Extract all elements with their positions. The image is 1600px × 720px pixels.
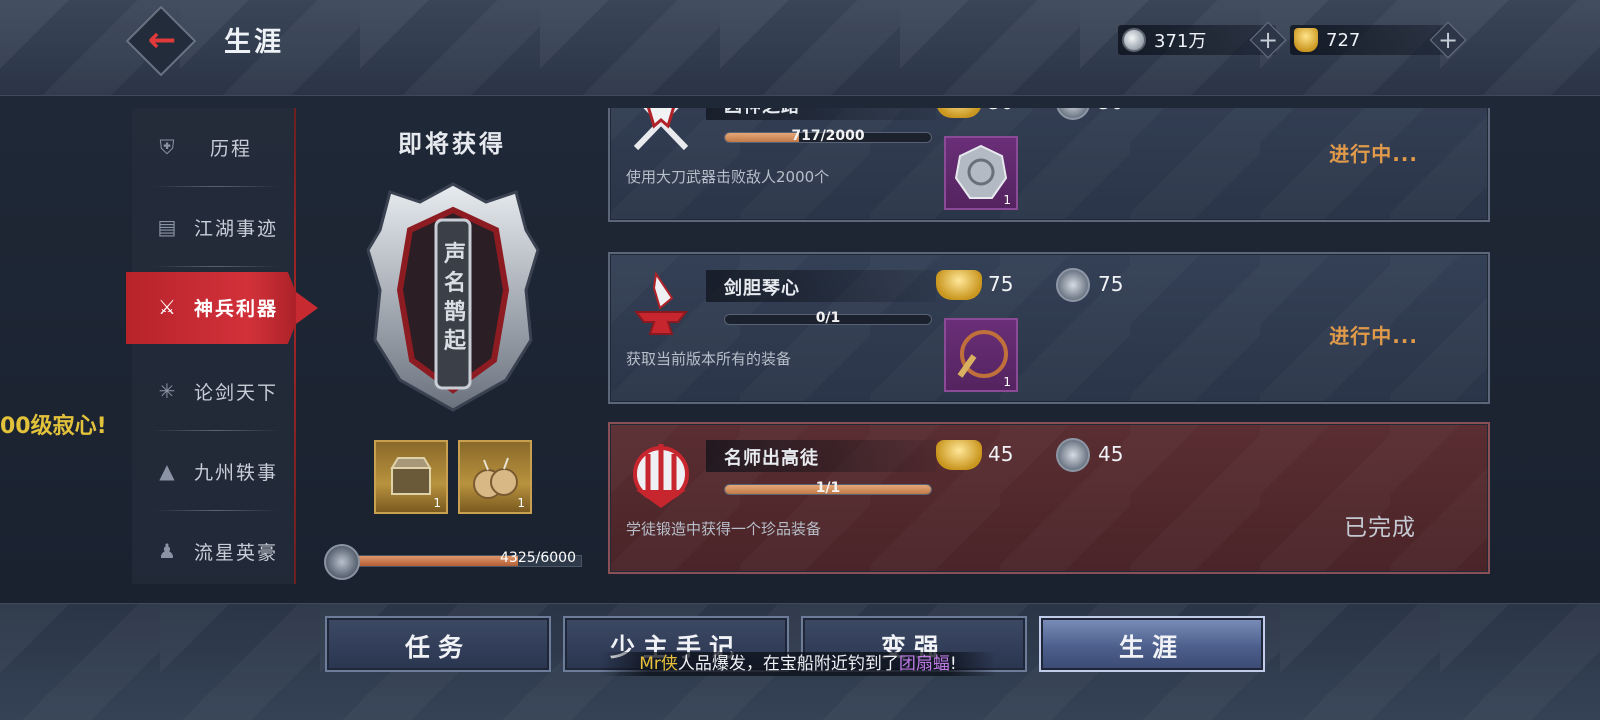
announcement-end: ! (949, 654, 957, 674)
sidebar-item-deeds[interactable]: ▤ 江湖事迹 (146, 192, 286, 262)
achievement-description: 使用大刀武器击败敌人2000个 (626, 168, 830, 186)
sidebar-item-label: 论剑天下 (194, 381, 279, 404)
progress-text: 0/1 (815, 310, 841, 326)
sidebar-item-anecdotes[interactable]: ▲ 九州轶事 (146, 436, 286, 506)
achievement-list[interactable]: 凶神之路 717/2000 使用大刀武器击败敌人2000个 30 30 1 进行… (600, 108, 1500, 586)
upcoming-reward-title: 即将获得 (398, 130, 506, 158)
lotus-exp-icon (324, 544, 360, 580)
gold-currency-display: 727 (1290, 25, 1448, 55)
mountain-icon: ▲ (159, 459, 175, 483)
gold-ingot-icon (936, 440, 982, 470)
progress-text: 717/2000 (791, 128, 865, 144)
achievement-name: 凶神之路 (724, 108, 800, 118)
achievement-card: 剑胆琴心 0/1 获取当前版本所有的装备 75 75 1 进行中... (608, 252, 1490, 404)
hero-bust-icon: ♟ (158, 539, 176, 563)
reward-item-slot[interactable]: 1 (944, 136, 1018, 210)
career-exp-text: 4325/6000 (500, 550, 576, 566)
achievement-name: 剑胆琴心 (724, 278, 800, 299)
sidebar-item-meteor-heroes[interactable]: ♟ 流星英豪 (146, 516, 286, 586)
sidebar-item-label: 九州轶事 (194, 461, 279, 484)
reward-chest-slot[interactable]: 1 (374, 440, 448, 514)
achievement-description: 获取当前版本所有的装备 (626, 350, 792, 368)
gold-reward-value: 75 (988, 272, 1014, 296)
item-count: 1 (1003, 375, 1011, 389)
shield-icon: ⛨ (159, 135, 175, 159)
lotus-token-icon (1056, 268, 1090, 302)
announcement-fragment: 00级寂心! (0, 414, 107, 439)
status-in-progress: 进行中... (1329, 324, 1418, 348)
status-in-progress: 进行中... (1329, 142, 1418, 166)
sidebar-item-label: 流星英豪 (194, 541, 279, 564)
progress-text: 1/1 (815, 480, 841, 496)
sword-emblem-icon (633, 444, 689, 508)
career-exp-fill (357, 556, 519, 566)
lotus-reward-value: 75 (1098, 272, 1124, 296)
achievement-card-completed: 名师出高徒 1/1 学徒锻造中获得一个珍品装备 45 45 已完成 (608, 422, 1490, 574)
gold-reward-value: 45 (988, 442, 1014, 466)
lotus-reward-value: 45 (1098, 442, 1124, 466)
sidebar-item-label: 历程 (210, 137, 253, 160)
silver-amount: 371万 (1154, 31, 1207, 52)
sidebar-divider (152, 430, 280, 431)
anvil-blade-icon (633, 271, 689, 335)
tab-tasks[interactable]: 任务 (325, 616, 551, 672)
sidebar-item-label: 神兵利器 (194, 297, 279, 320)
sidebar-item-history[interactable]: ⛨ 历程 (146, 112, 286, 182)
tab-career[interactable]: 生涯 (1039, 616, 1265, 672)
sidebar-item-weapons-content[interactable]: ⚔ 神兵利器 (146, 272, 286, 342)
back-arrow-icon: ← (147, 20, 177, 60)
sidebar-item-sword-debate[interactable]: ✳ 论剑天下 (146, 356, 286, 426)
reward-item-slot[interactable]: 1 (944, 318, 1018, 392)
sidebar-item-label: 江湖事迹 (194, 217, 279, 240)
sidebar-divider (152, 510, 280, 511)
announcement-text: 人品爆发，在宝船附近钓到了 (677, 654, 899, 674)
item-count: 1 (1003, 193, 1011, 207)
lotus-token-icon (1056, 108, 1090, 120)
sidebar-divider (152, 186, 280, 187)
announcement-item: 团扇蝠 (898, 654, 950, 674)
gold-ingot-icon (936, 270, 982, 300)
silver-coin-icon (1122, 28, 1146, 52)
gold-reward-value: 30 (988, 108, 1013, 114)
gold-ingot-icon (1294, 28, 1318, 52)
status-completed: 已完成 (1344, 515, 1416, 541)
crossed-swords-icon: ⚔ (158, 295, 176, 319)
announcement-player: Mr侠 (639, 654, 678, 674)
system-announcement: Mr侠人品爆发，在宝船附近钓到了团扇蝠! (600, 652, 996, 676)
page-title: 生涯 (224, 27, 284, 58)
sparkle-icon: ✳ (158, 379, 176, 403)
achievement-description: 学徒锻造中获得一个珍品装备 (626, 520, 822, 538)
item-count: 1 (433, 496, 441, 510)
item-count: 1 (517, 496, 525, 510)
lotus-token-icon (1056, 438, 1090, 472)
reward-gift-slot[interactable]: 1 (458, 440, 532, 514)
sidebar-accent-line (294, 108, 296, 584)
lotus-reward-value: 30 (1098, 108, 1123, 114)
achievement-card: 凶神之路 717/2000 使用大刀武器击败敌人2000个 30 30 1 进行… (608, 108, 1490, 222)
crossed-blades-icon (633, 108, 689, 151)
crest-title-text: 声名鹊起 (443, 241, 466, 354)
book-icon: ▤ (157, 215, 177, 239)
achievement-name: 名师出高徒 (724, 448, 819, 469)
gold-amount: 727 (1326, 29, 1361, 51)
gold-ingot-icon (936, 108, 982, 118)
sidebar-divider (152, 266, 280, 267)
